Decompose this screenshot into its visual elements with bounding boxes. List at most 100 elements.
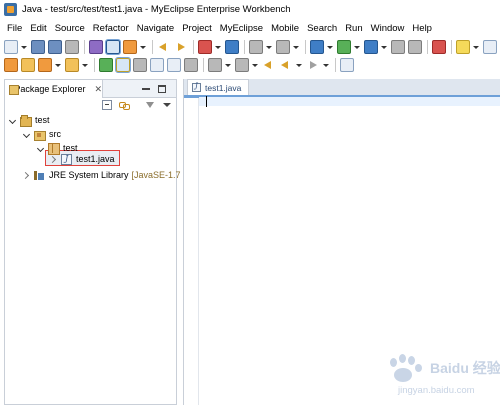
save-icon[interactable] bbox=[31, 39, 45, 54]
minimize-icon[interactable] bbox=[142, 85, 150, 93]
expand-toggle-icon[interactable] bbox=[50, 155, 58, 163]
menu-navigate[interactable]: Navigate bbox=[134, 23, 180, 34]
open-folder-icon[interactable] bbox=[21, 57, 35, 72]
expand-toggle-icon[interactable] bbox=[37, 144, 45, 152]
run-dropdown-icon[interactable] bbox=[354, 40, 360, 54]
menu-help[interactable]: Help bbox=[409, 23, 437, 34]
menu-refactor[interactable]: Refactor bbox=[90, 23, 134, 34]
forward-icon[interactable] bbox=[306, 58, 320, 72]
refactor-icon[interactable] bbox=[89, 39, 103, 54]
tree-item-label: test bbox=[35, 115, 50, 125]
open-type-dropdown-icon[interactable] bbox=[82, 58, 88, 72]
mark-icon[interactable] bbox=[408, 39, 422, 54]
open-perspective-icon[interactable] bbox=[225, 39, 239, 54]
toolbar-separator bbox=[305, 39, 306, 54]
editor-tab-label: test1.java bbox=[205, 82, 242, 93]
show-whitespace-icon[interactable] bbox=[167, 57, 181, 72]
prev-annotation-icon[interactable] bbox=[235, 57, 249, 72]
next-annotation-icon[interactable] bbox=[208, 57, 222, 72]
menu-source[interactable]: Source bbox=[52, 23, 90, 34]
expand-toggle-icon[interactable] bbox=[23, 130, 31, 138]
expand-toggle-icon[interactable] bbox=[9, 116, 17, 124]
save-all-icon[interactable] bbox=[48, 39, 62, 54]
perspective-icon[interactable] bbox=[483, 39, 497, 54]
skip-icon[interactable] bbox=[391, 39, 405, 54]
menu-window[interactable]: Window bbox=[368, 23, 410, 34]
menu-file[interactable]: File bbox=[4, 23, 27, 34]
debug-icon[interactable] bbox=[432, 39, 446, 54]
deploy-dropdown-icon[interactable] bbox=[140, 40, 146, 54]
tab-package-explorer[interactable]: Package Explorer ✕ bbox=[5, 80, 103, 98]
tree-item-test1-java[interactable]: test1.java bbox=[50, 152, 115, 166]
package-explorer-icon bbox=[9, 84, 24, 95]
deploy-icon[interactable] bbox=[123, 39, 137, 54]
run-config-dropdown-icon[interactable] bbox=[55, 58, 61, 72]
expand-toggle-icon[interactable] bbox=[23, 171, 31, 179]
open-type-icon[interactable] bbox=[65, 57, 79, 72]
search-dropdown-icon[interactable] bbox=[266, 40, 272, 54]
next-annotation-dropdown-icon[interactable] bbox=[225, 58, 231, 72]
menu-search[interactable]: Search bbox=[304, 23, 342, 34]
toggle-mark-icon[interactable] bbox=[133, 57, 147, 72]
tab-test1-java[interactable]: test1.java bbox=[187, 79, 249, 95]
globe-icon[interactable] bbox=[364, 39, 378, 54]
last-edit-icon[interactable] bbox=[262, 58, 276, 72]
expand-icon[interactable] bbox=[184, 57, 198, 72]
menu-mobile[interactable]: Mobile bbox=[268, 23, 304, 34]
tree-item-project-test[interactable]: test bbox=[9, 113, 50, 127]
close-icon[interactable]: ✕ bbox=[94, 84, 102, 95]
tree-item-label: src bbox=[49, 129, 61, 139]
tree-item-jre-system-library[interactable]: JRE System Library [JavaSE-1.7 bbox=[23, 168, 181, 182]
server-icon[interactable] bbox=[105, 38, 121, 55]
collapse-all-icon[interactable] bbox=[102, 100, 112, 110]
tools-dropdown-icon[interactable] bbox=[327, 40, 333, 54]
menu-bar: File Edit Source Refactor Navigate Proje… bbox=[0, 20, 500, 36]
settings-dropdown-icon[interactable] bbox=[473, 40, 479, 54]
new-project-icon[interactable] bbox=[4, 57, 18, 72]
block-select-icon[interactable] bbox=[150, 57, 164, 72]
undo-icon[interactable] bbox=[157, 40, 171, 54]
source-folder-icon bbox=[34, 129, 46, 141]
forward-dropdown-icon[interactable] bbox=[323, 58, 329, 72]
find-dropdown-icon[interactable] bbox=[293, 40, 299, 54]
project-icon bbox=[20, 114, 32, 127]
launch-dropdown-icon[interactable] bbox=[215, 40, 221, 54]
menu-run[interactable]: Run bbox=[342, 23, 367, 34]
toolbar-separator bbox=[152, 39, 153, 54]
link-with-editor-icon[interactable] bbox=[119, 100, 130, 110]
menu-project[interactable]: Project bbox=[179, 23, 217, 34]
toolbar-separator bbox=[427, 39, 428, 54]
editor-tab-bar: test1.java bbox=[184, 79, 500, 95]
task-icon[interactable] bbox=[99, 57, 113, 72]
toolbar-separator bbox=[335, 57, 336, 72]
myeclipse-logo-icon bbox=[4, 3, 17, 16]
new-icon[interactable] bbox=[4, 39, 18, 54]
highlight-icon[interactable] bbox=[115, 56, 131, 73]
new-dropdown-icon[interactable] bbox=[21, 40, 27, 54]
find-icon[interactable] bbox=[276, 39, 290, 54]
view-menu-icon[interactable] bbox=[162, 100, 172, 110]
redo-icon[interactable] bbox=[174, 40, 188, 54]
settings-icon[interactable] bbox=[456, 39, 470, 54]
prev-annotation-dropdown-icon[interactable] bbox=[252, 58, 258, 72]
package-explorer-toolbar bbox=[5, 98, 176, 113]
back-icon[interactable] bbox=[279, 58, 293, 72]
toolbar-separator bbox=[193, 39, 194, 54]
globe-dropdown-icon[interactable] bbox=[381, 40, 387, 54]
menu-edit[interactable]: Edit bbox=[27, 23, 51, 34]
run-icon[interactable] bbox=[337, 39, 351, 54]
search-icon[interactable] bbox=[249, 39, 263, 54]
menu-myeclipse[interactable]: MyEclipse bbox=[217, 23, 268, 34]
back-dropdown-icon[interactable] bbox=[296, 58, 302, 72]
pin-editor-icon[interactable] bbox=[340, 57, 354, 72]
tree-item-src[interactable]: src bbox=[23, 127, 61, 141]
filter-icon[interactable] bbox=[145, 100, 155, 110]
tree-item-label: JRE System Library bbox=[49, 170, 129, 180]
launch-icon[interactable] bbox=[198, 39, 212, 54]
maximize-icon[interactable] bbox=[158, 85, 166, 93]
tools-icon[interactable] bbox=[310, 39, 324, 54]
tree-item-label: test1.java bbox=[76, 154, 115, 164]
print-icon[interactable] bbox=[65, 39, 79, 54]
run-config-icon[interactable] bbox=[38, 57, 52, 72]
current-line-highlight bbox=[199, 97, 500, 106]
